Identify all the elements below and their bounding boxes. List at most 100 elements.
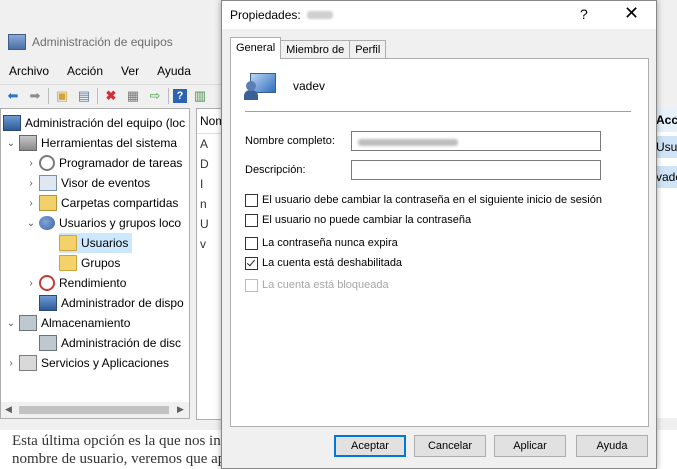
help-icon[interactable]: ?: [580, 6, 588, 22]
menu-ver[interactable]: Ver: [112, 64, 148, 78]
actions-header: Acci: [656, 108, 677, 132]
tree-node-shared-folders[interactable]: › Carpetas compartidas: [25, 193, 178, 213]
performance-icon: [39, 275, 55, 291]
folder-icon: [59, 255, 77, 271]
tree-node-disk-management[interactable]: Administración de disc: [39, 333, 181, 353]
up-folder-icon[interactable]: ▣: [53, 87, 71, 105]
expand-chevron-icon[interactable]: ›: [25, 198, 37, 209]
checkbox-label: La cuenta está deshabilitada: [262, 257, 403, 269]
collapse-chevron-icon[interactable]: ⌄: [25, 218, 37, 229]
tree-label: Visor de eventos: [61, 176, 151, 190]
shared-folder-icon: [39, 195, 57, 211]
export-list-icon[interactable]: ⇨: [146, 87, 164, 105]
actions-item-vadev[interactable]: vadev: [656, 166, 677, 188]
users-group-icon: [39, 216, 55, 230]
action-pane-icon[interactable]: ▥: [191, 87, 209, 105]
tree-node-system-tools[interactable]: ⌄ Herramientas del sistema: [5, 133, 177, 153]
expand-chevron-icon[interactable]: ›: [25, 158, 37, 169]
tree-node-device-manager[interactable]: Administrador de dispo: [39, 293, 184, 313]
close-icon[interactable]: ✕: [624, 3, 639, 24]
tree-node-local-users[interactable]: ⌄ Usuarios y grupos loco: [25, 213, 181, 233]
tree-node-storage[interactable]: ⌄ Almacenamiento: [5, 313, 130, 333]
users-list: Nom A D I n U v: [196, 108, 224, 420]
full-name-field[interactable]: [351, 131, 601, 151]
back-arrow-icon[interactable]: ⬅: [4, 87, 22, 105]
full-name-label: Nombre completo:: [245, 135, 335, 147]
menu-ayuda[interactable]: Ayuda: [148, 64, 200, 78]
checkbox-box[interactable]: [245, 193, 258, 207]
list-item[interactable]: A: [197, 134, 223, 154]
checkbox-box-checked[interactable]: [245, 256, 258, 270]
list-item[interactable]: n: [197, 194, 223, 214]
toolbar: ⬅ ➡ ▣ ▤ ✖ ▦ ⇨ ? ▥: [0, 84, 234, 107]
tree-label: Administración de disc: [61, 336, 182, 350]
expand-chevron-icon[interactable]: ›: [25, 178, 37, 189]
storage-icon: [19, 315, 37, 331]
scroll-right-icon[interactable]: ▶: [177, 404, 184, 415]
list-item[interactable]: v: [197, 234, 223, 254]
tab-profile[interactable]: Perfil: [349, 40, 387, 59]
tree-node-groups[interactable]: Grupos: [59, 253, 120, 273]
general-tab-panel: vadev Nombre completo: Descripción: El u…: [230, 58, 649, 427]
folder-icon: [59, 235, 77, 251]
toolbar-separator: [97, 88, 98, 104]
help-icon[interactable]: ?: [173, 89, 187, 103]
tree-label: Administrador de dispo: [61, 296, 184, 310]
actions-item-users[interactable]: Usua: [656, 136, 677, 158]
tree-node-services[interactable]: › Servicios y Aplicaciones: [5, 353, 169, 373]
apply-button[interactable]: Aplicar: [494, 435, 566, 457]
collapse-chevron-icon[interactable]: ⌄: [5, 318, 17, 329]
menu-accion[interactable]: Acción: [58, 64, 112, 78]
disk-icon: [39, 335, 57, 351]
tree-node-event-viewer[interactable]: › Visor de eventos: [25, 173, 150, 193]
dialog-title-bar: Propiedades: ? ✕: [222, 1, 656, 29]
tree-label: Servicios y Aplicaciones: [41, 356, 170, 370]
tree-label: Carpetas compartidas: [61, 196, 179, 210]
tree-node-task-scheduler[interactable]: › Programador de tareas: [25, 153, 182, 173]
tree-node-performance[interactable]: › Rendimiento: [25, 273, 126, 293]
delete-icon[interactable]: ✖: [102, 87, 120, 105]
tab-general[interactable]: General: [230, 37, 282, 59]
checkbox-label: La contraseña nunca expira: [262, 237, 398, 249]
cancel-button[interactable]: Cancelar: [414, 435, 486, 457]
checkbox-label: El usuario no puede cambiar la contraseñ…: [262, 214, 472, 226]
collapse-chevron-icon[interactable]: ⌄: [5, 138, 17, 149]
scroll-thumb[interactable]: [19, 406, 169, 414]
list-header-name[interactable]: Nom: [197, 109, 223, 134]
menu-archivo[interactable]: Archivo: [0, 64, 58, 78]
checkbox-password-never-expires[interactable]: La contraseña nunca expira: [245, 235, 398, 251]
checkbox-account-disabled[interactable]: La cuenta está deshabilitada: [245, 255, 402, 271]
clock-icon: [39, 155, 55, 171]
user-account-icon: [244, 71, 276, 100]
tab-member-of[interactable]: Miembro de: [280, 40, 351, 59]
checkbox-must-change-password[interactable]: El usuario debe cambiar la contraseña en…: [245, 192, 602, 208]
list-item[interactable]: D: [197, 154, 223, 174]
tree-label: Rendimiento: [59, 276, 127, 290]
tree-label: Herramientas del sistema: [41, 136, 178, 150]
list-item[interactable]: I: [197, 174, 223, 194]
expand-chevron-icon[interactable]: ›: [25, 278, 37, 289]
tree-node-root[interactable]: Administración del equipo (loc: [3, 113, 185, 133]
properties-icon[interactable]: ▦: [124, 87, 142, 105]
computer-icon: [3, 115, 21, 131]
checkbox-box[interactable]: [245, 236, 258, 250]
description-field[interactable]: [351, 160, 601, 180]
checkbox-account-locked: La cuenta está bloqueada: [245, 277, 389, 293]
list-item[interactable]: U: [197, 214, 223, 234]
forward-arrow-icon[interactable]: ➡: [26, 87, 44, 105]
help-button[interactable]: Ayuda: [576, 435, 648, 457]
dialog-tabs: General Miembro de Perfil: [230, 37, 387, 59]
user-name: vadev: [293, 79, 326, 93]
toolbar-separator: [48, 88, 49, 104]
expand-chevron-icon[interactable]: ›: [5, 358, 17, 369]
checkbox-box[interactable]: [245, 213, 258, 227]
show-hide-tree-icon[interactable]: ▤: [75, 87, 93, 105]
tools-icon: [19, 135, 37, 151]
checkbox-box-disabled: [245, 278, 258, 292]
redacted-username: [306, 11, 333, 19]
checkbox-cannot-change-password[interactable]: El usuario no puede cambiar la contraseñ…: [245, 212, 471, 228]
scroll-left-icon[interactable]: ◀: [5, 404, 12, 415]
ok-button[interactable]: Aceptar: [334, 435, 406, 457]
tree-node-users[interactable]: Usuarios: [59, 233, 133, 253]
tree-horizontal-scrollbar[interactable]: ◀ ▶: [0, 402, 190, 419]
